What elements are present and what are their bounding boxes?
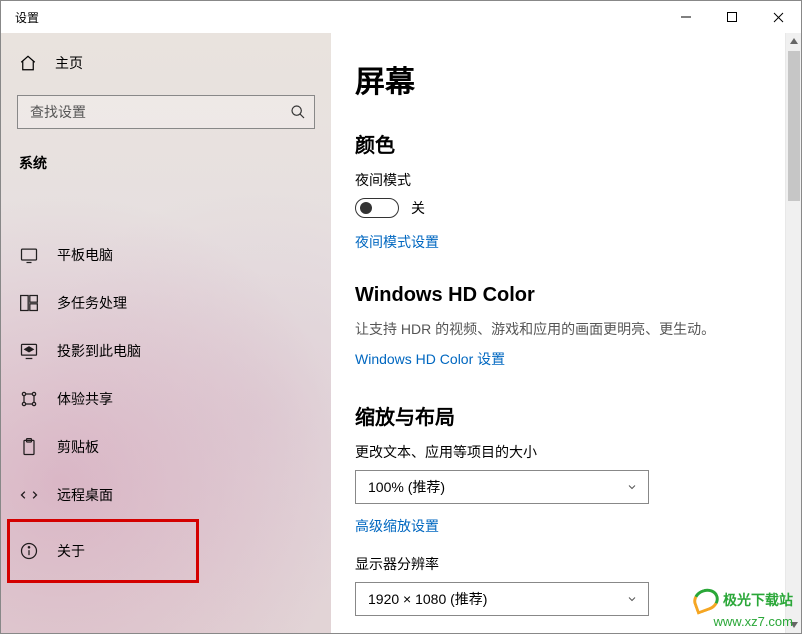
sidebar-item-tablet[interactable]: 平板电脑 (1, 231, 331, 279)
sidebar-item-multitask[interactable]: 多任务处理 (1, 279, 331, 327)
scroll-up-arrow[interactable] (786, 33, 802, 49)
scroll-down-arrow[interactable] (786, 617, 802, 633)
multitask-icon (19, 293, 39, 313)
sidebar-nav: 平板电脑 多任务处理 投影到此电脑 (1, 231, 331, 583)
vertical-scrollbar[interactable] (785, 33, 801, 633)
scroll-thumb[interactable] (788, 51, 800, 201)
scale-size-value: 100% (推荐) (368, 477, 445, 497)
hdcolor-desc: 让支持 HDR 的视频、游戏和应用的画面更明亮、更生动。 (355, 319, 765, 339)
sidebar-item-label: 关于 (57, 541, 85, 561)
home-icon (19, 54, 37, 72)
sidebar-item-label: 剪贴板 (57, 437, 99, 457)
sidebar: 主页 系统 平板电脑 (1, 33, 331, 633)
close-button[interactable] (755, 1, 801, 33)
window-title: 设置 (1, 9, 39, 26)
titlebar: 设置 (1, 1, 801, 33)
scale-size-select[interactable]: 100% (推荐) (355, 470, 649, 504)
night-mode-toggle[interactable] (355, 198, 399, 218)
sidebar-item-clipboard[interactable]: 剪贴板 (1, 423, 331, 471)
home-label: 主页 (55, 53, 83, 73)
search-input-wrap[interactable] (17, 95, 315, 129)
sidebar-item-project[interactable]: 投影到此电脑 (1, 327, 331, 375)
advanced-scale-link[interactable]: 高级缩放设置 (355, 516, 439, 536)
night-mode-label: 夜间模式 (355, 170, 765, 190)
chevron-down-icon (626, 593, 638, 605)
clipboard-icon (19, 437, 39, 457)
scale-size-label: 更改文本、应用等项目的大小 (355, 442, 765, 462)
sidebar-item-label: 多任务处理 (57, 293, 127, 313)
sidebar-section-label: 系统 (1, 129, 331, 181)
window-controls (663, 1, 801, 33)
chevron-down-icon (626, 481, 638, 493)
sidebar-item-share[interactable]: 体验共享 (1, 375, 331, 423)
remote-icon (19, 485, 39, 505)
sidebar-item-label: 体验共享 (57, 389, 113, 409)
section-hdcolor-heading: Windows HD Color (355, 284, 765, 307)
info-icon (19, 541, 39, 561)
sidebar-item-label: 远程桌面 (57, 485, 113, 505)
share-icon (19, 389, 39, 409)
resolution-select[interactable]: 1920 × 1080 (推荐) (355, 582, 649, 616)
maximize-button[interactable] (709, 1, 755, 33)
sidebar-item-label: 投影到此电脑 (57, 341, 141, 361)
sidebar-item-label: 平板电脑 (57, 245, 113, 265)
main-panel: 屏幕 颜色 夜间模式 关 夜间模式设置 Windows HD Color 让支持… (331, 33, 801, 633)
hdcolor-settings-link[interactable]: Windows HD Color 设置 (355, 349, 505, 369)
resolution-value: 1920 × 1080 (推荐) (368, 589, 487, 609)
project-icon (19, 341, 39, 361)
home-nav[interactable]: 主页 (1, 45, 331, 81)
minimize-button[interactable] (663, 1, 709, 33)
page-title: 屏幕 (355, 57, 765, 101)
section-color-heading: 颜色 (355, 129, 765, 158)
night-mode-state: 关 (411, 198, 425, 218)
sidebar-item-about[interactable]: 关于 (1, 519, 331, 583)
sidebar-item-remote[interactable]: 远程桌面 (1, 471, 331, 519)
search-input[interactable] (28, 103, 290, 121)
tablet-icon (19, 245, 39, 265)
night-mode-settings-link[interactable]: 夜间模式设置 (355, 232, 439, 252)
section-scale-heading: 缩放与布局 (355, 401, 765, 430)
search-icon (290, 104, 306, 120)
resolution-label: 显示器分辨率 (355, 554, 765, 574)
